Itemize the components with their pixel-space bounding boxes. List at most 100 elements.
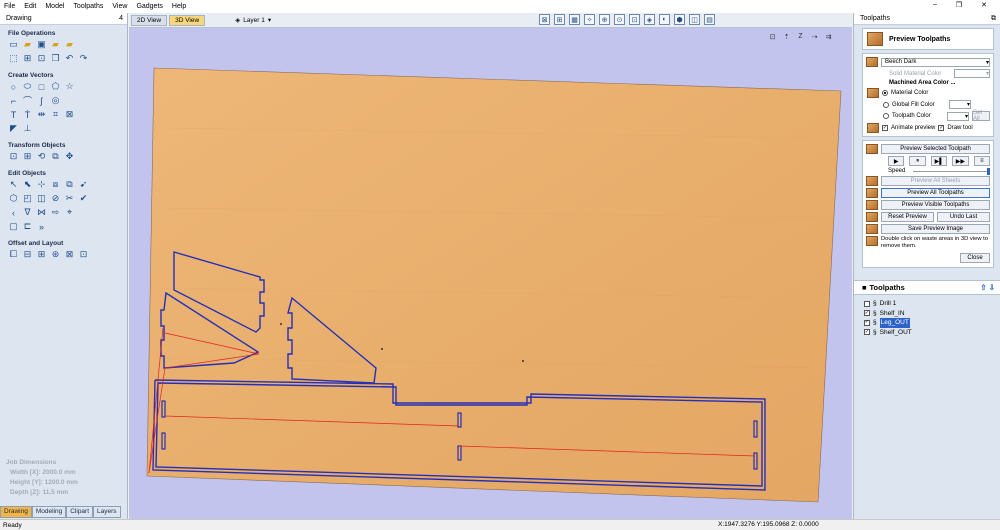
global-fill-radio[interactable] <box>883 101 889 108</box>
stop-icon[interactable]: ≡ <box>973 156 991 166</box>
transform-icon[interactable]: ⊹ <box>36 179 47 190</box>
import-vectors-icon[interactable]: ⊞ <box>22 53 33 64</box>
save-icon[interactable]: ▣ <box>36 39 47 50</box>
solid-color-select[interactable]: ▾ <box>954 69 990 78</box>
menu-view[interactable]: View <box>112 3 127 10</box>
dogbone-icon[interactable]: ⊠ <box>64 109 75 120</box>
fillet-edit-icon[interactable]: ✔ <box>78 193 89 204</box>
export-icon[interactable]: ⊡ <box>36 53 47 64</box>
move-down-icon[interactable]: ⇩ <box>989 283 995 292</box>
close-icon[interactable]: ✕ <box>981 1 987 9</box>
circle-icon[interactable]: ○ <box>8 81 19 92</box>
shading-icon[interactable]: ◐ <box>659 14 670 25</box>
close-vector-icon[interactable]: ∇ <box>22 207 33 218</box>
tab-layers[interactable]: Layers <box>93 506 121 518</box>
toolpath-item-selected[interactable]: ✓ § Leg_OUT <box>864 318 1000 328</box>
speed-slider-thumb[interactable] <box>987 167 990 175</box>
visibility-checkbox[interactable]: ✓ <box>864 329 870 336</box>
material-select[interactable]: Beech Dark ▾ <box>881 57 990 67</box>
menu-gadgets[interactable]: Gadgets <box>136 3 162 10</box>
grid-icon[interactable]: ▦ <box>569 14 580 25</box>
set-all-button[interactable]: Set All <box>972 110 990 122</box>
extend-icon[interactable]: ⇨ <box>50 207 61 218</box>
toolpath-item[interactable]: § Drill 1 <box>864 299 1000 309</box>
toolpath-color-radio[interactable] <box>883 113 889 119</box>
step-forward-icon[interactable]: ▶▌ <box>930 156 948 166</box>
tab-3d-view[interactable]: 3D View <box>169 14 206 26</box>
toolpath-item[interactable]: ✓ § Shelf_OUT <box>864 328 1000 338</box>
group-icon[interactable]: ⧈ <box>50 179 61 190</box>
curve-icon[interactable]: ∫ <box>36 95 47 106</box>
viewport[interactable]: 2D View 3D View ◈ Layer 1 ▾ ⊠ ⊞ ▦ ✧ ⊕ ⊙ … <box>129 13 852 519</box>
new-file-icon[interactable]: ▭ <box>8 39 19 50</box>
close-button[interactable]: Close <box>960 253 990 263</box>
menu-edit[interactable]: Edit <box>24 3 36 10</box>
fillet-icon[interactable]: ⌗ <box>50 109 61 120</box>
offset-shape-icon[interactable]: ▢ <box>8 221 19 232</box>
grid-snap-icon[interactable]: ⊞ <box>554 14 565 25</box>
layer-selector[interactable]: ◈ Layer 1 ▾ <box>235 16 271 25</box>
convert-icon[interactable]: ⌖ <box>64 207 75 218</box>
toolpath-item[interactable]: ✓ § Shelf_IN <box>864 309 1000 319</box>
dock-icon[interactable]: ⧉ <box>991 15 996 23</box>
array-copy-icon[interactable]: ⊞ <box>36 249 47 260</box>
scissors-icon[interactable]: ✂ <box>64 193 75 204</box>
polygon-icon[interactable]: ⬠ <box>50 81 61 92</box>
zoom-in-icon[interactable]: ⊕ <box>599 14 610 25</box>
speed-slider[interactable] <box>913 167 990 175</box>
menu-help[interactable]: Help <box>172 3 186 10</box>
visibility-checkbox[interactable]: ✓ <box>864 310 870 317</box>
offset-icon[interactable]: ⧠ <box>8 249 19 260</box>
weld-icon[interactable]: ⬡ <box>8 193 19 204</box>
join-icon[interactable]: ⋈ <box>36 207 47 218</box>
move-icon[interactable]: ⊡ <box>8 151 19 162</box>
ungroup-icon[interactable]: ⧉ <box>64 179 75 190</box>
preview-all-sheets-button[interactable]: Preview All Sheets <box>881 176 990 186</box>
visibility-checkbox[interactable]: ✓ <box>864 319 870 326</box>
rectangle-icon[interactable]: □ <box>36 81 47 92</box>
zoom-box-icon[interactable]: ⊡ <box>629 14 640 25</box>
preview-visible-toolpaths-button[interactable]: Preview Visible Toolpaths <box>881 200 990 210</box>
visibility-checkbox[interactable] <box>864 300 870 307</box>
rotate-icon[interactable]: ⟲ <box>36 151 47 162</box>
pause-icon[interactable]: ⏸ <box>909 156 926 166</box>
arc-icon[interactable]: ⌒ <box>22 95 33 106</box>
align-icon[interactable]: ✥ <box>64 151 75 162</box>
zoom-fit-icon[interactable]: ⊙ <box>614 14 625 25</box>
restore-icon[interactable]: ❐ <box>956 1 962 9</box>
circular-array-icon[interactable]: ⊛ <box>50 249 61 260</box>
nesting-icon[interactable]: ⊡ <box>78 249 89 260</box>
node-edit-icon[interactable]: ⬉ <box>22 179 33 190</box>
subtract-icon[interactable]: ◰ <box>22 193 33 204</box>
measure-icon[interactable]: ⊥ <box>22 123 33 134</box>
minimize-icon[interactable]: – <box>933 1 937 9</box>
split-view-icon[interactable]: ◫ <box>689 14 700 25</box>
undo-last-button[interactable]: Undo Last <box>937 212 990 222</box>
fit-icon[interactable]: ⊠ <box>64 249 75 260</box>
break-icon[interactable]: ‹ <box>8 207 19 218</box>
select-icon[interactable]: ↖ <box>8 179 19 190</box>
text-icon[interactable]: T <box>8 109 19 120</box>
tab-icon[interactable]: ⊏ <box>22 221 33 232</box>
tab-2d-view[interactable]: 2D View <box>131 14 168 26</box>
save-preview-image-button[interactable]: Save Preview Image <box>881 224 990 234</box>
smooth-icon[interactable]: ➹ <box>78 179 89 190</box>
tab-clipart[interactable]: Clipart <box>66 506 94 518</box>
menu-file[interactable]: File <box>4 3 15 10</box>
material-icon[interactable]: ◈ <box>644 14 655 25</box>
reset-preview-button[interactable]: Reset Preview <box>881 212 934 222</box>
layout-icon[interactable]: ▤ <box>704 14 715 25</box>
fast-forward-icon[interactable]: ▶▶ <box>952 156 969 166</box>
select-region-icon[interactable]: ⬚ <box>8 53 19 64</box>
toolpath-color-select[interactable]: ▾ <box>947 111 969 121</box>
pin-icon[interactable]: 4 <box>119 15 123 22</box>
spiral-icon[interactable]: ◎ <box>50 95 61 106</box>
arrow-join-icon[interactable]: » <box>36 221 47 232</box>
zoom-extents-icon[interactable]: ⊠ <box>539 14 550 25</box>
draw-vector-icon[interactable]: ◤ <box>8 123 19 134</box>
ellipse-icon[interactable]: ⬭ <box>22 81 33 92</box>
import-icon[interactable]: ▰ <box>64 39 75 50</box>
undo-icon[interactable]: ↶ <box>64 53 75 64</box>
mirror-icon[interactable]: ⧉ <box>50 151 61 162</box>
open-file-icon[interactable]: ▰ <box>22 39 33 50</box>
